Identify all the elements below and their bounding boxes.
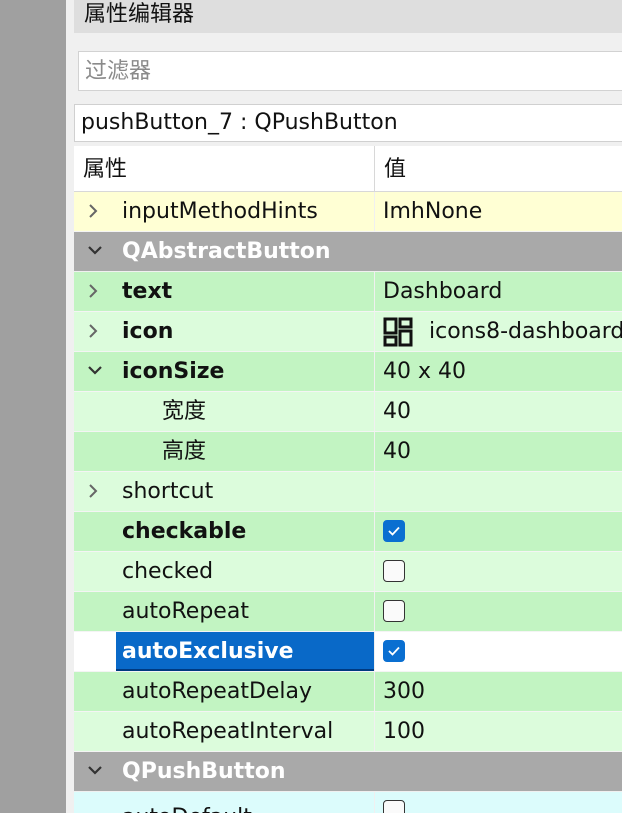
property-editor-panel: 属性编辑器 pushButton_7 : QPushButton 属性 值 in… xyxy=(74,0,622,813)
property-row-autodefault[interactable]: autoDefault xyxy=(74,792,622,813)
autoexclusive-checkbox[interactable] xyxy=(383,640,405,662)
chevron-right-icon[interactable] xyxy=(87,272,105,311)
panel-title: 属性编辑器 xyxy=(74,0,622,33)
property-name: autoRepeat xyxy=(122,599,249,624)
property-name: shortcut xyxy=(122,479,214,504)
header-property[interactable]: 属性 xyxy=(74,146,375,192)
property-row-shortcut[interactable]: shortcut xyxy=(74,472,622,512)
property-value[interactable]: Dashboard xyxy=(375,272,622,311)
property-value[interactable]: 40 xyxy=(375,432,622,471)
property-value[interactable]: 300 xyxy=(375,672,622,711)
object-class-label: pushButton_7 : QPushButton xyxy=(74,104,622,142)
checkable-checkbox[interactable] xyxy=(383,520,405,542)
chevron-down-icon[interactable] xyxy=(87,232,105,271)
property-row-iconsize[interactable]: iconSize 40 x 40 xyxy=(74,352,622,392)
property-name: autoRepeatInterval xyxy=(122,719,334,744)
property-name: checkable xyxy=(122,519,247,544)
autorepeat-checkbox[interactable] xyxy=(383,600,405,622)
property-value[interactable]: 40 xyxy=(375,392,622,431)
property-row-checked[interactable]: checked xyxy=(74,552,622,592)
property-name: text xyxy=(122,279,173,304)
property-name: 宽度 xyxy=(162,399,207,424)
checked-checkbox[interactable] xyxy=(383,560,405,582)
property-name: icon xyxy=(122,319,174,344)
chevron-down-icon[interactable] xyxy=(87,352,105,391)
property-row-inputmethodhints[interactable]: inputMethodHints ImhNone xyxy=(74,192,622,232)
property-row-text[interactable]: text Dashboard xyxy=(74,272,622,312)
header-value[interactable]: 值 xyxy=(375,146,622,192)
left-dock-area xyxy=(0,0,66,813)
dashboard-icon xyxy=(383,317,413,347)
chevron-right-icon[interactable] xyxy=(87,192,105,231)
property-value[interactable] xyxy=(375,472,622,511)
filter-input[interactable] xyxy=(78,51,622,91)
group-row-qpushbutton[interactable]: QPushButton xyxy=(74,752,622,792)
chevron-right-icon[interactable] xyxy=(87,472,105,511)
property-value[interactable]: ImhNone xyxy=(375,192,622,231)
property-row-icon[interactable]: icon icons8-dashboard xyxy=(74,312,622,352)
property-name: autoRepeatDelay xyxy=(122,679,313,704)
tree-header: 属性 值 xyxy=(74,146,622,192)
property-value[interactable]: 40 x 40 xyxy=(375,352,622,391)
group-row-qabstractbutton[interactable]: QAbstractButton xyxy=(74,232,622,272)
property-tree: 属性 值 inputMethodHints ImhNone QAbstractB… xyxy=(74,146,622,813)
property-row-autorepeat[interactable]: autoRepeat xyxy=(74,592,622,632)
dock-splitter[interactable] xyxy=(66,0,74,813)
property-row-width[interactable]: 宽度 40 xyxy=(74,392,622,432)
property-name: autoDefault xyxy=(122,798,252,813)
chevron-down-icon[interactable] xyxy=(87,752,105,791)
group-name: QAbstractButton xyxy=(122,239,331,264)
property-row-autorepeatdelay[interactable]: autoRepeatDelay 300 xyxy=(74,672,622,712)
icon-value-text: icons8-dashboard xyxy=(429,319,622,344)
property-name: checked xyxy=(122,559,214,584)
property-name: iconSize xyxy=(122,359,225,384)
property-value[interactable]: 100 xyxy=(375,712,622,751)
property-row-autorepeatinterval[interactable]: autoRepeatInterval 100 xyxy=(74,712,622,752)
group-name: QPushButton xyxy=(122,759,286,784)
property-row-height[interactable]: 高度 40 xyxy=(74,432,622,472)
property-name: autoExclusive xyxy=(122,639,294,664)
chevron-right-icon[interactable] xyxy=(87,312,105,351)
property-name: 高度 xyxy=(162,439,207,464)
property-value-icon[interactable]: icons8-dashboard xyxy=(375,312,622,351)
autodefault-checkbox[interactable] xyxy=(383,800,405,813)
property-row-checkable[interactable]: checkable xyxy=(74,512,622,552)
property-row-autoexclusive[interactable]: autoExclusive xyxy=(74,632,622,672)
property-name: inputMethodHints xyxy=(122,199,318,224)
